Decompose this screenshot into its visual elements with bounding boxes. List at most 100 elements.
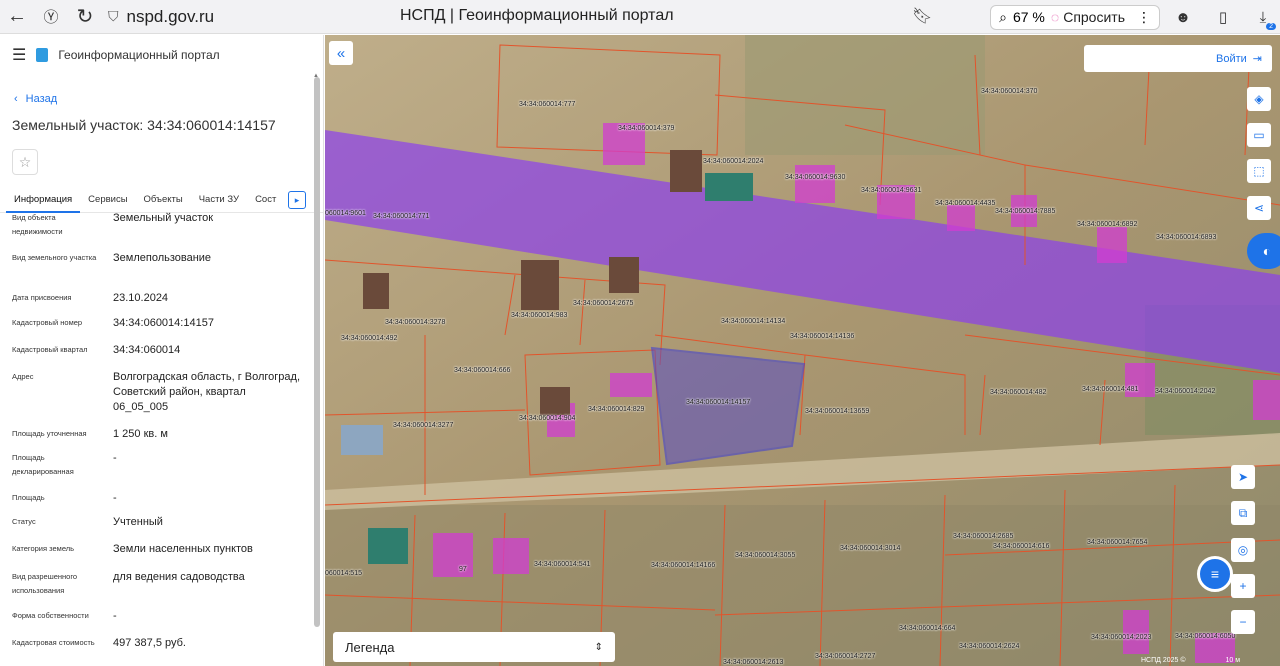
prop-value: Земли населенных пунктов xyxy=(113,543,253,555)
zoom-out-button[interactable]: − xyxy=(1231,610,1255,634)
prop-value: - xyxy=(113,452,117,464)
zoom-level[interactable]: 67 % xyxy=(1013,9,1045,25)
parcel-label: 34:34:060014:3278 xyxy=(385,319,446,326)
chat-icon[interactable]: ≡ xyxy=(1197,556,1233,592)
parcel-label: 34:34:060014:3277 xyxy=(393,422,454,429)
favorite-star-icon[interactable]: ☆ xyxy=(12,149,38,175)
back-arrow-icon[interactable]: ← xyxy=(0,0,34,34)
prop-value: Землепользование xyxy=(113,252,212,264)
parcel-label: 34:34:060014:904 xyxy=(519,415,576,422)
ask-button[interactable]: ◌ Спросить xyxy=(1051,9,1125,25)
yandex-icon[interactable]: Ⓨ xyxy=(34,0,68,34)
sidebar-panel-icon[interactable]: ▯ xyxy=(1206,0,1240,34)
selected-parcel[interactable] xyxy=(650,346,806,466)
back-link[interactable]: ‹ Назад xyxy=(14,93,323,105)
parcel-label: 34:34:060014:829 xyxy=(588,406,645,413)
portal-logo-icon xyxy=(36,48,49,62)
parcel-label: 34:34:060014:771 xyxy=(373,213,430,220)
parcel-label: 34:34:060014:2675 xyxy=(573,300,634,307)
prop-value: Земельный участок xyxy=(113,212,214,224)
reload-icon[interactable]: ↻ xyxy=(68,0,102,34)
prop-value: 497 387,5 руб. xyxy=(113,637,186,649)
zemlya-service-icon[interactable]: ◐ xyxy=(1247,233,1280,269)
layers-icon[interactable]: ◈ xyxy=(1247,87,1271,111)
prop-value: Волгоградская область, г Волгоград, Сове… xyxy=(113,371,301,413)
parcel-label: 34:34:060014:370 xyxy=(981,88,1038,95)
print-icon[interactable]: ⧉ xyxy=(1231,501,1255,525)
parcel-label: 34:34:060014:616 xyxy=(993,543,1050,550)
prop-value: - xyxy=(113,610,117,622)
parcel-label: 34:34:060014:481 xyxy=(1082,386,1139,393)
tab-objects[interactable]: Объекты xyxy=(136,187,191,213)
bookmark-icon[interactable]: 🔖︎ xyxy=(912,6,932,26)
parcel-title: Земельный участок: 34:34:060014:14157 xyxy=(12,117,276,133)
geolocation-icon[interactable]: ◎ xyxy=(1231,538,1255,562)
sidebar-header: ☰ Геоинформационный портал xyxy=(0,35,323,75)
parcel-label: 34:34:060014:6893 xyxy=(1156,234,1217,241)
browser-toolbar: ← Ⓨ ↻ ⛉ nspd.gov.ru НСПД | Геоинформацио… xyxy=(0,0,1280,34)
prop-value: для ведения садоводства xyxy=(113,571,245,583)
tab-info[interactable]: Информация xyxy=(6,187,81,213)
prop-value: 34:34:060014:14157 xyxy=(113,317,214,329)
parcel-label: 34:34:060014:2727 xyxy=(815,653,876,660)
parcel-label: 060014:9601 xyxy=(325,210,366,217)
parcel-label: 34:34:060014:14134 xyxy=(721,318,786,325)
prop-key: Площадь декларированная xyxy=(12,453,74,476)
select-area-icon[interactable]: ⬚ xyxy=(1247,159,1271,183)
parcel-label: 060014:515 xyxy=(325,570,362,577)
collapse-sidebar-button[interactable]: « xyxy=(329,41,353,65)
parcel-label: 97 xyxy=(459,566,467,573)
prop-key: Вид земельного участка xyxy=(12,253,97,262)
parcel-label: 34:34:060014:14166 xyxy=(651,562,716,569)
extension-icon[interactable]: ☻ xyxy=(1166,0,1200,34)
parcel-label: 34:34:060014:14136 xyxy=(790,333,855,340)
login-label: Войти xyxy=(1215,52,1247,65)
legend-label: Легенда xyxy=(345,639,395,655)
login-icon: ⇥ xyxy=(1252,53,1262,65)
parcel-label: 34:34:060014:983 xyxy=(511,312,568,319)
prop-value: Учтенный xyxy=(113,516,163,528)
parcel-label: 34:34:060014:2685 xyxy=(953,533,1014,540)
parcel-label: 34:34:060014:379 xyxy=(618,125,675,132)
cadastral-map[interactable]: 34:34:060014:777 34:34:060014:379 34:34:… xyxy=(325,35,1280,666)
more-menu-icon[interactable]: ⋮ xyxy=(1137,9,1151,26)
tab-parts[interactable]: Части ЗУ xyxy=(191,187,247,213)
shield-icon: ⛉ xyxy=(108,8,119,24)
tab-composition[interactable]: Сост xyxy=(247,187,284,213)
parcel-label: 34:34:060014:13659 xyxy=(805,408,870,415)
zoom-icon: ⌕ xyxy=(999,8,1007,25)
legend-dropdown[interactable]: Легенда ⇕ xyxy=(333,632,615,662)
downloads-icon[interactable]: ⤓ 2 xyxy=(1246,0,1280,34)
parcel-label: 34:34:060014:6050 xyxy=(1175,633,1236,640)
menu-icon[interactable]: ☰ xyxy=(12,45,26,65)
parcel-label: 34:34:060014:666 xyxy=(454,367,511,374)
ask-label: Спросить xyxy=(1063,9,1125,25)
prop-key: Площадь xyxy=(12,493,45,502)
prop-value: - xyxy=(113,492,117,504)
parcel-label: 34:34:060014:492 xyxy=(341,335,398,342)
login-button[interactable]: Войти ⇥ xyxy=(1084,45,1272,72)
sidebar-scrollbar[interactable] xyxy=(314,77,320,627)
parcel-label: 34:34:060014:6892 xyxy=(1077,221,1138,228)
parcel-label: 34:34:060014:777 xyxy=(519,101,576,108)
locate-icon[interactable]: ➤ xyxy=(1231,465,1255,489)
portal-name[interactable]: Геоинформационный портал xyxy=(58,48,219,62)
tab-services[interactable]: Сервисы xyxy=(80,187,135,213)
url-text: nspd.gov.ru xyxy=(126,6,215,26)
parcel-label: 34:34:060014:7654 xyxy=(1087,539,1148,546)
prop-key: Статус xyxy=(12,517,36,526)
zoom-in-button[interactable]: + xyxy=(1231,574,1255,598)
prop-key: Площадь уточненная xyxy=(12,429,87,438)
ruler-icon[interactable]: ▭ xyxy=(1247,123,1271,147)
share-icon[interactable]: ⋖ xyxy=(1247,196,1271,220)
back-label: Назад xyxy=(25,93,58,105)
parcel-label: 34:34:060014:2024 xyxy=(703,158,764,165)
parcel-label: 34:34:060014:2023 xyxy=(1091,634,1152,641)
tabs-scroll-right-icon[interactable]: ▸ xyxy=(288,191,306,209)
prop-value: 34:34:060014 xyxy=(113,344,181,356)
address-bar[interactable]: ⛉ nspd.gov.ru xyxy=(108,7,308,27)
parcel-label: 34:34:060014:14157 xyxy=(686,399,751,406)
alice-icon: ◌ xyxy=(1050,9,1060,25)
copyright-text: НСПД 2025 © xyxy=(1141,657,1186,664)
map-canvas[interactable] xyxy=(325,35,1280,666)
